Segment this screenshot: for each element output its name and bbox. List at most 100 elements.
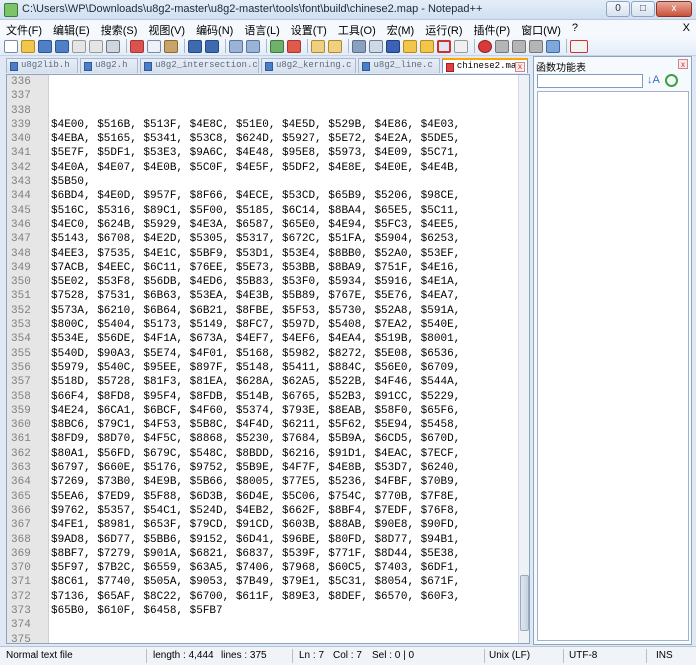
line-text[interactable]: $5EA6, $7ED9, $5F88, $6D3B, $6D4E, $5C06… bbox=[49, 491, 460, 503]
line-text[interactable]: $4E00, $516B, $513F, $4E8C, $51E0, $4E5D… bbox=[49, 119, 460, 131]
indent-guide-icon[interactable] bbox=[386, 39, 400, 53]
line-text[interactable] bbox=[49, 90, 51, 102]
open-file-icon[interactable] bbox=[21, 39, 35, 53]
vertical-scrollbar[interactable] bbox=[518, 75, 529, 643]
line-text[interactable]: $80A1, $56FD, $679C, $548C, $8BDD, $6216… bbox=[49, 448, 460, 460]
editor-text-area[interactable]: 336 337 338 339 $4E00, $516B, $513F, $4E8C, … bbox=[7, 75, 519, 643]
editor-line[interactable]: 338 bbox=[7, 104, 519, 118]
editor-line[interactable]: 354 $534E, $56DE, $4F1A, $673A, $4EF7, $4… bbox=[7, 332, 519, 346]
line-text[interactable]: $9AD8, $6D77, $5BB6, $9152, $6D41, $96BE… bbox=[49, 534, 460, 546]
line-text[interactable]: $66F4, $8FD8, $95F4, $8FDB, $514B, $6765… bbox=[49, 391, 460, 403]
line-text[interactable]: $7528, $7531, $6B63, $53EA, $4E3B, $5B89… bbox=[49, 290, 460, 302]
editor-line[interactable]: 342 $4E0A, $4E07, $4E0B, $5C0F, $4E5F, $5… bbox=[7, 161, 519, 175]
line-text[interactable]: $4E0A, $4E07, $4E0B, $5C0F, $4E5F, $5DF2… bbox=[49, 162, 460, 174]
menu-file[interactable]: 文件(F) bbox=[0, 20, 47, 37]
zoom-in-icon[interactable] bbox=[270, 39, 284, 53]
line-text[interactable]: $4E24, $6CA1, $6BCF, $4F60, $5374, $793E… bbox=[49, 405, 460, 417]
line-text[interactable] bbox=[49, 105, 51, 117]
editor-line[interactable]: 351 $7528, $7531, $6B63, $53EA, $4E3B, $5… bbox=[7, 289, 519, 303]
menu-settings[interactable]: 设置(T) bbox=[285, 20, 332, 37]
line-text[interactable]: $7136, $65AF, $8C22, $6700, $611F, $89E3… bbox=[49, 591, 460, 603]
line-text[interactable]: $5143, $6708, $4E2D, $5305, $5317, $672C… bbox=[49, 233, 460, 245]
editor-line[interactable]: 353 $800C, $5404, $5173, $5149, $8FC7, $5… bbox=[7, 318, 519, 332]
save-all-icon[interactable] bbox=[55, 39, 69, 53]
line-text[interactable]: $8C61, $7740, $505A, $9053, $7B49, $79E1… bbox=[49, 576, 460, 588]
save-icon[interactable] bbox=[38, 39, 52, 53]
editor-line[interactable]: 359 $4E24, $6CA1, $6BCF, $4F60, $5374, $7… bbox=[7, 404, 519, 418]
undo-icon[interactable] bbox=[188, 39, 202, 53]
line-text[interactable]: $800C, $5404, $5173, $5149, $8FC7, $597D… bbox=[49, 319, 460, 331]
editor-line[interactable]: 349 $7ACB, $4EEC, $6C11, $76EE, $5E73, $5… bbox=[7, 261, 519, 275]
line-text[interactable]: $9762, $5357, $54C1, $524D, $4EB2, $662F… bbox=[49, 505, 460, 517]
close-document-button[interactable]: X bbox=[683, 22, 690, 34]
play-macro-multiple-icon[interactable] bbox=[529, 39, 543, 53]
editor-line[interactable]: 369 $8BF7, $7279, $901A, $6821, $6837, $5… bbox=[7, 547, 519, 561]
line-text[interactable]: $8FD9, $8D70, $4F5C, $8868, $5230, $7684… bbox=[49, 433, 460, 445]
sync-vertical-icon[interactable] bbox=[311, 39, 325, 53]
line-text[interactable]: $516C, $5316, $89C1, $5F00, $5185, $6C14… bbox=[49, 205, 460, 217]
menu-view[interactable]: 视图(V) bbox=[142, 20, 190, 37]
line-text[interactable]: $540D, $90A3, $5E74, $4F01, $5168, $5982… bbox=[49, 348, 460, 360]
menu-encoding[interactable]: 编码(N) bbox=[190, 20, 238, 37]
reload-icon[interactable] bbox=[665, 74, 678, 87]
close-all-icon[interactable] bbox=[89, 39, 103, 53]
editor-line[interactable]: 347 $5143, $6708, $4E2D, $5305, $5317, $6… bbox=[7, 232, 519, 246]
editor-pane[interactable]: 336 337 338 339 $4E00, $516B, $513F, $4E8C, … bbox=[6, 74, 530, 644]
line-text[interactable]: $5979, $540C, $95EE, $897F, $5148, $5411… bbox=[49, 362, 460, 374]
editor-line[interactable]: 357 $518D, $5728, $81F3, $81EA, $628A, $6… bbox=[7, 375, 519, 389]
line-text[interactable]: $5B50, bbox=[49, 176, 91, 188]
sync-horizontal-icon[interactable] bbox=[328, 39, 342, 53]
redo-icon[interactable] bbox=[205, 39, 219, 53]
editor-line[interactable]: 352 $573A, $6210, $6B64, $6B21, $8FBE, $5… bbox=[7, 304, 519, 318]
tab-u8g2-h[interactable]: u8g2.h bbox=[80, 58, 139, 73]
editor-line[interactable]: 358 $66F4, $8FD8, $95F4, $8FDB, $514B, $6… bbox=[7, 390, 519, 404]
menu-window[interactable]: 窗口(W) bbox=[515, 20, 566, 37]
editor-line[interactable]: 346 $4EC0, $624B, $5929, $4E3A, $6587, $6… bbox=[7, 218, 519, 232]
editor-line[interactable]: 361 $8FD9, $8D70, $4F5C, $8868, $5230, $7… bbox=[7, 432, 519, 446]
editor-line[interactable]: 339 $4E00, $516B, $513F, $4E8C, $51E0, $4… bbox=[7, 118, 519, 132]
panel-close-icon[interactable]: x bbox=[678, 59, 688, 69]
editor-line[interactable]: 375 bbox=[7, 633, 519, 643]
tab-u8g2-line-c[interactable]: u8g2_line.c bbox=[358, 58, 440, 73]
line-text[interactable]: $5E02, $53F8, $56DB, $4ED6, $5B83, $53F0… bbox=[49, 276, 460, 288]
editor-line[interactable]: 370 $5F97, $7B2C, $6559, $63A5, $7406, $7… bbox=[7, 561, 519, 575]
line-text[interactable]: $6BD4, $4E0D, $957F, $8F66, $4ECE, $53CD… bbox=[49, 190, 460, 202]
play-macro-icon[interactable] bbox=[512, 39, 526, 53]
line-text[interactable]: $7ACB, $4EEC, $6C11, $76EE, $5E73, $53BB… bbox=[49, 262, 460, 274]
sort-icon[interactable]: ↓A bbox=[647, 74, 660, 87]
paste-icon[interactable] bbox=[164, 39, 178, 53]
menu-tools[interactable]: 工具(O) bbox=[332, 20, 381, 37]
editor-line[interactable]: 344 $6BD4, $4E0D, $957F, $8F66, $4ECE, $5… bbox=[7, 189, 519, 203]
editor-line[interactable]: 343 $5B50, bbox=[7, 175, 519, 189]
save-macro-icon[interactable] bbox=[546, 39, 560, 53]
minimize-button[interactable]: 0 bbox=[606, 1, 630, 17]
line-text[interactable]: $8BC6, $79C1, $4F53, $5B8C, $4F4D, $6211… bbox=[49, 419, 460, 431]
editor-line[interactable]: 364 $7269, $73B0, $4E9B, $5B66, $8005, $7… bbox=[7, 475, 519, 489]
line-text[interactable]: $4EBA, $5165, $5341, $53C8, $624D, $5927… bbox=[49, 133, 460, 145]
maximize-button[interactable]: □ bbox=[631, 1, 655, 17]
stop-macro-icon[interactable] bbox=[495, 39, 509, 53]
folder-as-workspace-icon[interactable] bbox=[403, 39, 417, 53]
document-map-icon[interactable] bbox=[420, 39, 434, 53]
menu-plugins[interactable]: 插件(P) bbox=[468, 20, 516, 37]
scrollbar-thumb[interactable] bbox=[520, 575, 529, 631]
editor-line[interactable]: 350 $5E02, $53F8, $56DB, $4ED6, $5B83, $5… bbox=[7, 275, 519, 289]
line-text[interactable]: $65B0, $610F, $6458, $5FB7 bbox=[49, 605, 223, 617]
line-text[interactable] bbox=[49, 619, 51, 631]
function-search-input[interactable] bbox=[537, 74, 643, 88]
editor-line[interactable]: 363 $6797, $660E, $5176, $9752, $5B9E, $4… bbox=[7, 461, 519, 475]
cut-icon[interactable] bbox=[130, 39, 144, 53]
replace-icon[interactable] bbox=[246, 39, 260, 53]
line-text[interactable]: $518D, $5728, $81F3, $81EA, $628A, $62A5… bbox=[49, 376, 460, 388]
zoom-out-icon[interactable] bbox=[287, 39, 301, 53]
tab-close-icon[interactable]: x bbox=[514, 62, 525, 72]
line-text[interactable]: $4EE3, $7535, $4E1C, $5BF9, $53D1, $53E4… bbox=[49, 248, 460, 260]
tab-u8g2-intersection-c[interactable]: u8g2_intersection.c bbox=[140, 58, 259, 73]
close-button[interactable]: x bbox=[656, 1, 692, 17]
line-text[interactable]: $7269, $73B0, $4E9B, $5B66, $8005, $77E5… bbox=[49, 476, 460, 488]
line-text[interactable]: $534E, $56DE, $4F1A, $673A, $4EF7, $4EF6… bbox=[49, 333, 460, 345]
editor-line[interactable]: 362 $80A1, $56FD, $679C, $548C, $8BDD, $6… bbox=[7, 447, 519, 461]
line-text[interactable]: $4EC0, $624B, $5929, $4E3A, $6587, $65E0… bbox=[49, 219, 460, 231]
editor-line[interactable]: 366 $9762, $5357, $54C1, $524D, $4EB2, $6… bbox=[7, 504, 519, 518]
monitoring-icon[interactable] bbox=[454, 39, 468, 53]
